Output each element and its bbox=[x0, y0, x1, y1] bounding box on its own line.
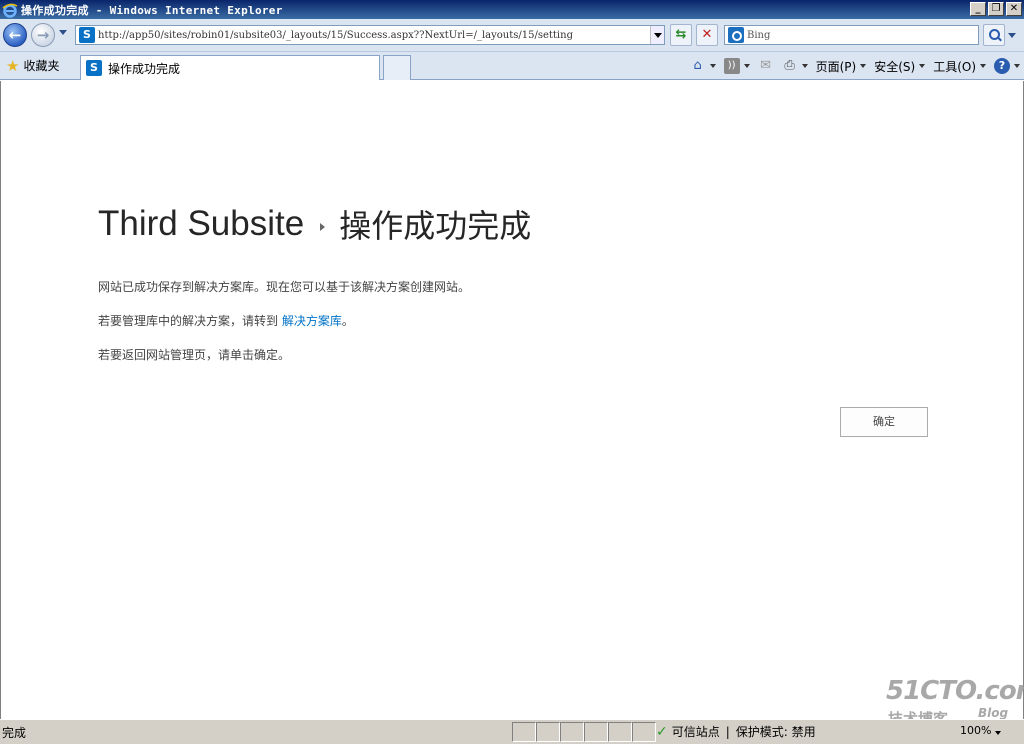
zone-label: 可信站点 bbox=[671, 725, 720, 739]
status-cell bbox=[512, 722, 536, 742]
tools-menu[interactable]: 工具(O) bbox=[933, 58, 986, 75]
home-icon: ⌂ bbox=[693, 58, 702, 73]
status-cell bbox=[608, 722, 632, 742]
success-message: 网站已成功保存到解决方案库。现在您可以基于该解决方案创建网站。 bbox=[98, 280, 471, 294]
favorites-label: 收藏夹 bbox=[23, 59, 60, 73]
rss-icon: )) bbox=[723, 58, 740, 74]
status-cell bbox=[584, 722, 608, 742]
read-mail-button[interactable]: ✉ bbox=[758, 58, 774, 74]
stop-icon: ✕ bbox=[701, 27, 713, 42]
printer-icon: ⎙ bbox=[784, 58, 795, 73]
new-tab-button[interactable] bbox=[383, 55, 411, 80]
favorites-button[interactable]: ★ 收藏夹 bbox=[6, 57, 59, 74]
address-input[interactable]: S http://app50/sites/robin01/subsite03/_… bbox=[75, 25, 665, 45]
status-bar: 完成 ✓ 可信站点 | 保护模式: 禁用 100% bbox=[0, 719, 1024, 744]
breadcrumb-arrow-icon bbox=[320, 223, 326, 231]
tab-label: 操作成功完成 bbox=[108, 61, 181, 76]
status-cell bbox=[632, 722, 656, 742]
address-dropdown[interactable] bbox=[650, 26, 664, 44]
ie-logo-icon bbox=[2, 2, 18, 18]
print-button[interactable]: ⎙ bbox=[782, 58, 808, 74]
status-cell bbox=[536, 722, 560, 742]
status-cell bbox=[560, 722, 584, 742]
minimize-button[interactable]: _ bbox=[970, 2, 986, 16]
title-bar: 操作成功完成 - Windows Internet Explorer _ ❐ ✕ bbox=[0, 0, 1024, 19]
recent-pages-dropdown[interactable] bbox=[59, 30, 67, 35]
tab-active[interactable]: S 操作成功完成 bbox=[80, 55, 380, 80]
protected-mode-label: 保护模式: 禁用 bbox=[735, 725, 816, 739]
mail-icon: ✉ bbox=[760, 58, 772, 73]
star-icon: ★ bbox=[6, 56, 20, 75]
forward-button[interactable]: → bbox=[31, 23, 55, 47]
restore-button[interactable]: ❐ bbox=[988, 2, 1004, 16]
page-heading: Third Subsite 操作成功完成 bbox=[98, 201, 531, 247]
watermark: 51CTO.com 技术博客 Blog bbox=[886, 676, 1024, 728]
ok-button[interactable]: 确定 bbox=[840, 407, 928, 437]
help-icon: ? bbox=[994, 58, 1010, 74]
stop-button[interactable]: ✕ bbox=[696, 24, 718, 46]
search-input[interactable]: Bing bbox=[724, 25, 979, 45]
zoom-dropdown[interactable] bbox=[995, 731, 1001, 735]
bing-icon bbox=[728, 27, 744, 43]
sharepoint-icon: S bbox=[79, 27, 95, 43]
status-text: 完成 bbox=[2, 726, 27, 740]
tab-bar: ★ 收藏夹 S 操作成功完成 ⌂ )) ✉ ⎙ 页面(P) 安全(S) 工具(O… bbox=[0, 52, 1024, 80]
page-title: 操作成功完成 bbox=[339, 207, 532, 245]
window-title: 操作成功完成 - Windows Internet Explorer bbox=[21, 3, 283, 17]
search-placeholder: Bing bbox=[747, 29, 771, 41]
sharepoint-icon: S bbox=[86, 60, 102, 76]
home-button[interactable]: ⌂ bbox=[690, 58, 716, 74]
check-icon: ✓ bbox=[656, 723, 668, 740]
close-button[interactable]: ✕ bbox=[1006, 2, 1022, 16]
watermark-blog: Blog bbox=[978, 706, 1009, 720]
security-zone[interactable]: ✓ 可信站点 | 保护模式: 禁用 bbox=[656, 723, 816, 740]
page-content: Third Subsite 操作成功完成 网站已成功保存到解决方案库。现在您可以… bbox=[0, 81, 1024, 719]
arrow-right-icon: → bbox=[36, 26, 50, 44]
return-message: 若要返回网站管理页，请单击确定。 bbox=[98, 348, 291, 362]
refresh-button[interactable]: ⇆ bbox=[670, 24, 692, 46]
search-button[interactable] bbox=[983, 24, 1005, 46]
manage-solutions-message: 若要管理库中的解决方案，请转到 解决方案库。 bbox=[98, 314, 354, 328]
site-title-link[interactable]: Third Subsite bbox=[98, 204, 304, 244]
command-bar: ⌂ )) ✉ ⎙ 页面(P) 安全(S) 工具(O) ? bbox=[682, 56, 1020, 76]
safety-menu[interactable]: 安全(S) bbox=[874, 58, 926, 75]
back-button[interactable]: ← bbox=[3, 23, 27, 47]
help-button[interactable]: ? bbox=[994, 58, 1020, 74]
page-menu[interactable]: 页面(P) bbox=[816, 58, 867, 75]
watermark-main: 51CTO.com bbox=[886, 676, 1024, 706]
arrow-left-icon: ← bbox=[8, 26, 22, 44]
url-text[interactable]: http://app50/sites/robin01/subsite03/_la… bbox=[98, 30, 650, 41]
zoom-level[interactable]: 100% bbox=[960, 724, 991, 737]
address-toolbar: ← → S http://app50/sites/robin01/subsite… bbox=[0, 19, 1024, 52]
solution-gallery-link[interactable]: 解决方案库 bbox=[282, 314, 342, 328]
feeds-button[interactable]: )) bbox=[723, 58, 750, 74]
refresh-icon: ⇆ bbox=[675, 27, 687, 42]
search-options-dropdown[interactable] bbox=[1008, 33, 1016, 38]
